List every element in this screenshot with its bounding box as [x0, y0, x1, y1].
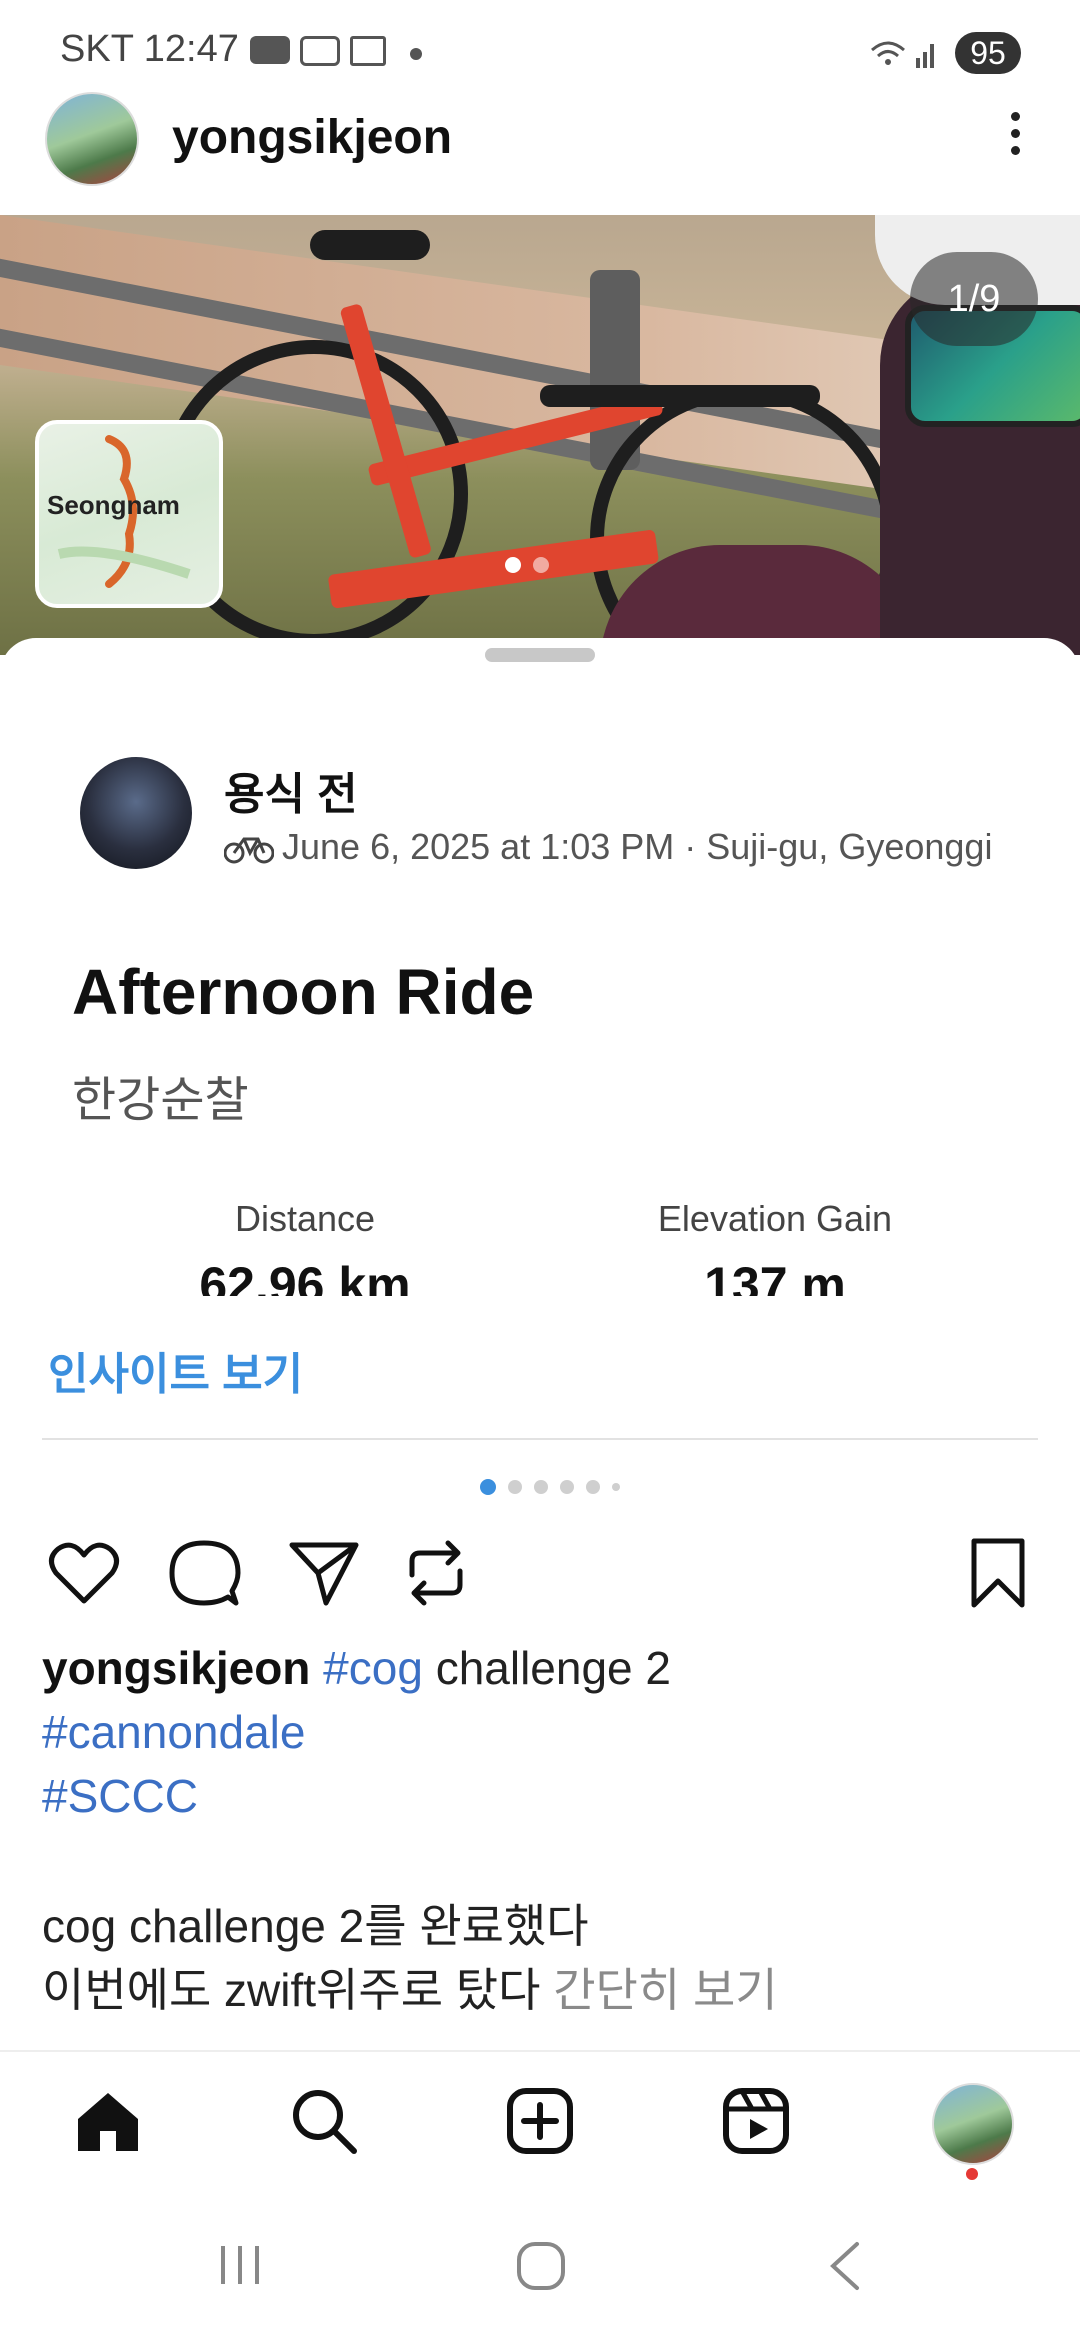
- calendar-notification-icon: [350, 36, 386, 66]
- carousel-dots: [480, 1478, 632, 1496]
- carousel-dot: [586, 1479, 600, 1494]
- view-insights-link[interactable]: 인사이트 보기: [48, 1338, 303, 1402]
- distance-label: Distance: [234, 1198, 376, 1239]
- comment-icon[interactable]: [166, 1535, 242, 1611]
- image-page-dots: [505, 557, 561, 578]
- athlete-name[interactable]: 용식 전: [224, 758, 358, 822]
- carrier-time: SKT 12:47: [60, 28, 239, 70]
- recent-apps-icon[interactable]: [215, 2240, 265, 2290]
- more-notifications-dot: [410, 48, 422, 60]
- status-bar: SKT 12:47 95: [0, 0, 1080, 90]
- carousel-dot: [560, 1479, 574, 1494]
- image-counter: 1/9: [910, 252, 1038, 346]
- elevation-label: Elevation Gain: [657, 1198, 893, 1239]
- search-icon[interactable]: [288, 2085, 360, 2157]
- caption-body-line-2: 이번에도 zwift위주로 탔다 간단히 보기: [42, 1958, 1042, 2022]
- screenshot-notification-icon: [300, 36, 340, 66]
- elevation-value: 137 m: [704, 1257, 846, 1296]
- back-icon[interactable]: [825, 2240, 865, 2292]
- bike-saddle: [310, 230, 430, 260]
- post-author-username[interactable]: yongsikjeon: [172, 110, 452, 165]
- sheet-drag-handle[interactable]: [485, 648, 595, 662]
- activity-date-location: June 6, 2025 at 1:03 PM · Suji-gu, Gyeon…: [282, 826, 993, 867]
- athlete-avatar[interactable]: [80, 757, 192, 869]
- map-city-label: Seongnam: [47, 490, 180, 520]
- hashtag-cannondale[interactable]: #cannondale: [42, 1700, 1042, 1764]
- heart-icon[interactable]: [46, 1535, 122, 1611]
- carousel-dot-active: [480, 1478, 496, 1495]
- repost-icon[interactable]: [398, 1535, 474, 1611]
- share-icon[interactable]: [286, 1535, 362, 1611]
- create-icon[interactable]: [504, 2085, 576, 2157]
- activity-meta: June 6, 2025 at 1:03 PM · Suji-gu, Gyeon…: [223, 826, 993, 868]
- caption-text: challenge 2: [422, 1642, 672, 1694]
- bike-icon: [223, 837, 275, 864]
- carousel-dot: [534, 1479, 548, 1494]
- distance-value: 62.96 km: [199, 1257, 411, 1296]
- battery-indicator: 95: [955, 32, 1021, 74]
- post-author-avatar[interactable]: [45, 92, 139, 186]
- reels-icon[interactable]: [720, 2085, 792, 2157]
- carousel-dot-small: [612, 1482, 620, 1491]
- caption-body-line-1: cog challenge 2를 완료했다: [42, 1900, 589, 1952]
- caption-line-1: yongsikjeon #cog challenge 2: [42, 1636, 1042, 1700]
- see-less-link[interactable]: 간단히 보기: [553, 1964, 777, 2016]
- activity-title: Afternoon Ride: [72, 956, 535, 1028]
- home-button-icon[interactable]: [515, 2240, 567, 2292]
- profile-avatar[interactable]: [932, 2083, 1014, 2165]
- carousel-dot: [508, 1479, 522, 1494]
- page-dot-active: [505, 557, 521, 573]
- home-icon[interactable]: [72, 2085, 144, 2157]
- youtube-notification-icon: [250, 36, 290, 64]
- caption-body-text: 이번에도 zwift위주로 탔다: [42, 1964, 554, 2016]
- bookmark-icon[interactable]: [960, 1535, 1036, 1611]
- activity-description: 한강순찰: [72, 1074, 249, 1127]
- route-map-thumbnail[interactable]: Seongnam: [35, 420, 223, 608]
- page-dot: [533, 557, 549, 573]
- notification-dot: [966, 2168, 978, 2180]
- hashtag-cog[interactable]: #cog: [323, 1642, 423, 1694]
- divider: [42, 1438, 1038, 1440]
- more-options-icon[interactable]: [1000, 112, 1030, 162]
- bike-handlebar: [540, 385, 820, 407]
- hashtag-sccc[interactable]: #SCCC: [42, 1764, 1042, 1828]
- caption-username[interactable]: yongsikjeon: [42, 1642, 310, 1694]
- wifi-signal-icon: [871, 41, 934, 68]
